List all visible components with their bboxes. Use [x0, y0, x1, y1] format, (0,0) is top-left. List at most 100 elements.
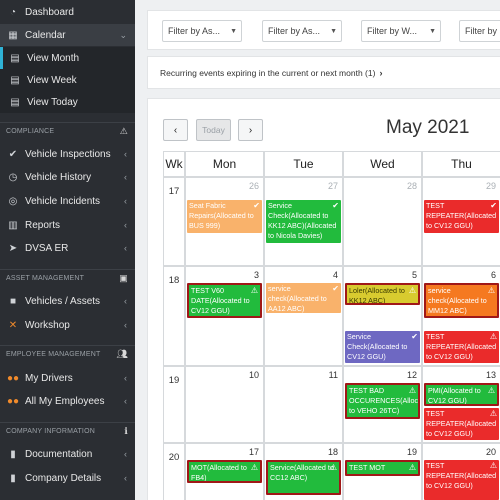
sidebar-item-label: Calendar [25, 29, 66, 41]
sidebar-item-vehicle-inspections[interactable]: ✔ Vehicle Inspections ‹ [0, 143, 135, 165]
warning-icon: ⚠ [487, 286, 495, 295]
building-icon: ▮ [10, 472, 16, 484]
section-title: EMPLOYEE MANAGEMENT [6, 351, 101, 358]
day-number: 11 [328, 370, 338, 380]
sidebar-item-documentation[interactable]: ▮ Documentation ‹ [0, 443, 135, 465]
sidebar-item-view-month[interactable]: ▤ View Month [0, 47, 135, 69]
filter-select-asset-1[interactable]: Filter by As... ▼ [162, 20, 242, 42]
recurring-events-notice[interactable]: Recurring events expiring in the current… [147, 56, 500, 89]
calendar-event[interactable]: TEST V60 DATE(Allocated to CV12 GGU) ⚠ [187, 283, 262, 318]
sidebar-item-vehicle-incidents[interactable]: ◎ Vehicle Incidents ‹ [0, 190, 135, 212]
day-number: 28 [406, 181, 417, 191]
chevron-left-icon: ‹ [124, 320, 127, 330]
day-number: 13 [485, 370, 496, 380]
filter-select-asset-2[interactable]: Filter by As... ▼ [262, 20, 342, 42]
chevron-right-icon: › [248, 124, 253, 136]
sidebar-item-label: Documentation [25, 448, 93, 460]
week-number-cell: 20 [163, 443, 185, 500]
warning-icon: ⚠ [250, 286, 258, 295]
chevron-left-icon: ‹ [173, 124, 178, 136]
event-text: Loler(Allocated to KK12 ABC) [349, 286, 405, 305]
filter-label: Filter by As... [168, 26, 221, 36]
filter-select-other[interactable]: Filter by [459, 20, 500, 42]
filter-label: Filter by W... [367, 26, 418, 36]
calendar-event[interactable]: Seat Fabric Repairs(Allocated to BUS 999… [187, 200, 262, 233]
day-cell[interactable]: 10 [185, 366, 264, 443]
active-accent [0, 47, 3, 69]
sidebar-item-label: Reports [25, 219, 61, 231]
day-header-wed: Wed [343, 151, 422, 177]
calendar-event[interactable]: service check(Allocated to AA12 ABC) ✔ [266, 283, 341, 313]
filter-label: Filter by As... [268, 26, 321, 36]
sidebar-item-label: My Drivers [25, 372, 73, 384]
caret-down-icon: ▼ [429, 27, 436, 35]
day-number: 19 [406, 447, 417, 457]
sidebar-item-reports[interactable]: ▥ Reports ‹ [0, 214, 135, 236]
calendar-event[interactable]: TEST REPEATER(Allocated to CV12 GGU) ⚠ [424, 460, 499, 500]
filter-select-workshop[interactable]: Filter by W... ▼ [361, 20, 441, 42]
event-text: TEST V60 DATE(Allocated to CV12 GGU) [191, 286, 250, 315]
chevron-left-icon: ‹ [124, 473, 127, 483]
sidebar-item-calendar[interactable]: ▦ Calendar ⌄ [0, 24, 135, 46]
document-icon: ▮ [10, 448, 16, 460]
event-text: service check(Allocated to MM12 ABC) [428, 286, 487, 315]
calendar-event[interactable]: TEST REPEATER(Allocated to CV12 GGU) ⚠ [424, 331, 499, 363]
event-text: Service Check(Allocated to CV12 GGU) [347, 332, 408, 361]
warning-icon: ⚠ [119, 126, 128, 136]
calendar-event[interactable]: MOT(Allocated to FB4) ⚠ [187, 460, 262, 483]
event-text: MOT(Allocated to FB4) [191, 463, 247, 482]
warning-icon: ⚠ [489, 332, 497, 341]
calendar-event[interactable]: service check(Allocated to MM12 ABC) ⚠ [424, 283, 499, 318]
sidebar-item-company-details[interactable]: ▮ Company Details ‹ [0, 467, 135, 489]
sidebar-item-label: Vehicles / Assets [25, 295, 101, 307]
day-number: 20 [485, 447, 496, 457]
event-text: TEST REPEATER(Allocated to CV12 GGU) [426, 461, 497, 490]
calendar-event[interactable]: TEST REPEATER(Allocated to CV12 GGU) ⚠ [424, 408, 499, 440]
check-icon: ✔ [332, 284, 339, 293]
month-title: May 2021 [386, 117, 470, 138]
calendar-event[interactable]: TEST REPEATER(Allocated to CV12 GGU) ✔ [424, 200, 499, 233]
calendar-event[interactable]: Service Check(Allocated to KK12 ABC)(All… [266, 200, 341, 243]
day-cell[interactable]: 11 [264, 366, 343, 443]
warning-icon: ⚠ [489, 409, 497, 418]
day-cell[interactable]: 4 [264, 266, 343, 366]
sidebar-item-view-week[interactable]: ▤ View Week [0, 69, 135, 91]
sidebar-item-vehicle-history[interactable]: ◷ Vehicle History ‹ [0, 166, 135, 188]
prev-month-button[interactable]: ‹ [163, 119, 188, 141]
chevron-left-icon: ‹ [124, 149, 127, 159]
day-number: 10 [248, 370, 259, 380]
calendar-panel: ‹ Today › May 2021 Wk Mon Tue Wed Thu 17… [147, 98, 500, 500]
calendar-event[interactable]: TEST BAD OCCURENCES(Allocated to VEHO 26… [345, 383, 420, 419]
calendar-event[interactable]: Service Check(Allocated to CV12 GGU) ✔ [345, 331, 420, 363]
calendar-event[interactable]: PMI(Allocated to CV12 GGU) ⚠ [424, 383, 499, 406]
sidebar-item-workshop[interactable]: ✕ Workshop ‹ [0, 314, 135, 336]
day-number: 4 [332, 270, 338, 280]
event-text: Seat Fabric Repairs(Allocated to BUS 999… [189, 201, 254, 230]
section-company-information: COMPANY INFORMATION ℹ [0, 422, 135, 440]
calendar-event[interactable]: Service(Allocated to CC12 ABC) ⚠ [266, 460, 341, 495]
main-content: Filter by As... ▼ Filter by As... ▼ Filt… [135, 0, 500, 500]
sidebar-item-all-employees[interactable]: ●● All My Employees ‹ [0, 390, 135, 412]
sidebar-item-label: Company Details [25, 472, 102, 484]
sidebar-item-dashboard[interactable]: ◔ Dashboard [0, 1, 135, 23]
calendar-event[interactable]: TEST MOT ⚠ [345, 460, 420, 476]
sidebar-item-view-today[interactable]: ▤ View Today [0, 91, 135, 113]
next-month-button[interactable]: › [238, 119, 263, 141]
day-cell[interactable]: 28 [343, 177, 422, 266]
check-icon: ✔ [490, 201, 497, 210]
sidebar-item-vehicles-assets[interactable]: ■ Vehicles / Assets ‹ [0, 290, 135, 312]
calendar-small-icon: ▤ [10, 96, 20, 108]
chevron-left-icon: ‹ [124, 373, 127, 383]
today-button[interactable]: Today [196, 119, 231, 141]
sidebar-item-dvsa-er[interactable]: ➤ DVSA ER ‹ [0, 237, 135, 259]
sidebar-item-label: View Today [27, 96, 78, 108]
bus-icon: ▣ [119, 273, 128, 283]
calendar-event[interactable]: Loler(Allocated to KK12 ABC) ⚠ [345, 283, 420, 305]
caret-down-icon: ▼ [230, 27, 237, 35]
sidebar-item-my-drivers[interactable]: ●● My Drivers ‹ [0, 367, 135, 389]
section-employee-management: EMPLOYEE MANAGEMENT 👥︎ [0, 345, 135, 363]
truck-icon: ■ [9, 295, 17, 307]
calendar-small-icon: ▤ [10, 52, 20, 64]
event-text: TEST REPEATER(Allocated to CV12 GGU) [426, 201, 497, 230]
warning-icon: ⚠ [487, 386, 495, 395]
